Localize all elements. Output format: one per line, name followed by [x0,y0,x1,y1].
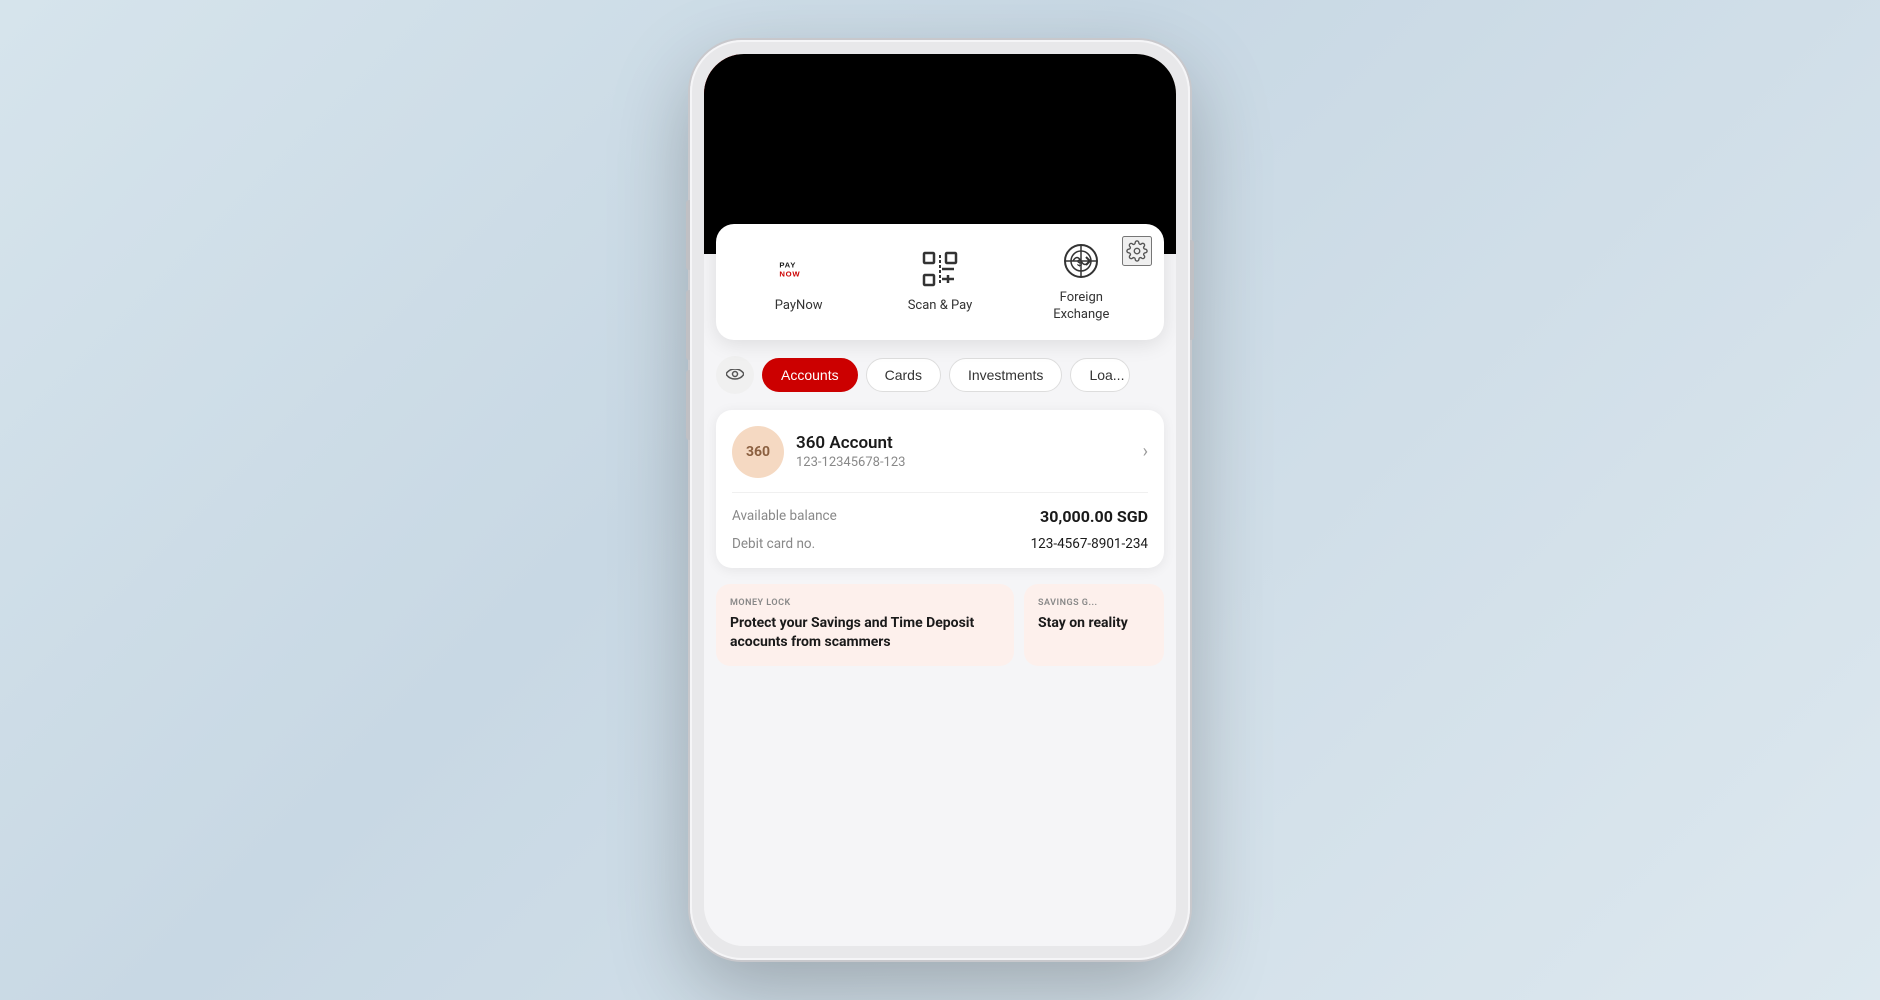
promo-section: MONEY LOCK Protect your Savings and Time… [704,576,1176,666]
balance-value: 30,000.00 SGD [1040,507,1148,526]
forex-icon-svg: $ [1060,240,1102,282]
account-name: 360 Account [796,433,1131,453]
paynow-label: PayNow [775,298,823,315]
paynow-icon: PAY NOW [778,248,820,290]
card-number-value: 123-4567-8901-234 [1031,536,1148,552]
visibility-toggle-button[interactable] [716,356,754,394]
forex-icon: $ [1060,240,1102,282]
phone-wrapper: PAY NOW PayNow [690,40,1190,960]
tabs-section: Accounts Cards Investments Loa... [704,340,1176,402]
screen-content: PAY NOW PayNow [704,54,1176,946]
chevron-right-icon: › [1143,441,1148,462]
tab-accounts[interactable]: Accounts [762,358,858,392]
scan-pay-icon [919,248,961,290]
balance-row: Available balance 30,000.00 SGD [732,507,1148,526]
svg-text:PAY: PAY [779,261,796,270]
account-title-area: 360 Account 123-12345678-123 [796,433,1131,470]
card-number-row: Debit card no. 123-4567-8901-234 [732,536,1148,552]
scan-icon-svg [922,251,958,287]
account-card[interactable]: 360 360 Account 123-12345678-123 › Avail… [716,410,1164,568]
promo-title-money-lock: Protect your Savings and Time Deposit ac… [730,614,1000,652]
settings-button[interactable] [1122,236,1152,266]
eye-icon [726,369,744,381]
quick-actions-panel: PAY NOW PayNow [716,224,1164,340]
promo-title-savings: Stay on reality [1038,614,1150,633]
forex-label: ForeignExchange [1053,290,1109,324]
phone-frame: PAY NOW PayNow [690,40,1190,960]
promo-tag-money-lock: MONEY LOCK [730,598,1000,608]
tab-investments[interactable]: Investments [949,358,1062,392]
balance-label: Available balance [732,508,837,524]
paynow-logo-svg: PAY NOW [778,254,820,284]
svg-text:NOW: NOW [779,270,800,279]
quick-actions-row: PAY NOW PayNow [728,240,1152,324]
promo-tag-savings: SAVINGS G... [1038,598,1150,608]
settings-icon [1126,240,1148,262]
card-number-label: Debit card no. [732,536,815,552]
tab-loans[interactable]: Loa... [1070,358,1130,392]
account-number: 123-12345678-123 [796,455,1131,470]
promo-card-money-lock[interactable]: MONEY LOCK Protect your Savings and Time… [716,584,1014,666]
account-badge: 360 [732,426,784,478]
tabs-row: Accounts Cards Investments Loa... [716,356,1164,394]
scan-pay-label: Scan & Pay [908,298,973,315]
phone-screen: PAY NOW PayNow [704,54,1176,946]
promo-card-savings[interactable]: SAVINGS G... Stay on reality [1024,584,1164,666]
quick-action-scan-pay[interactable]: Scan & Pay [869,248,1010,315]
account-header: 360 360 Account 123-12345678-123 › [732,426,1148,493]
svg-text:$: $ [1077,258,1082,268]
quick-action-paynow[interactable]: PAY NOW PayNow [728,248,869,315]
tab-cards[interactable]: Cards [866,358,941,392]
